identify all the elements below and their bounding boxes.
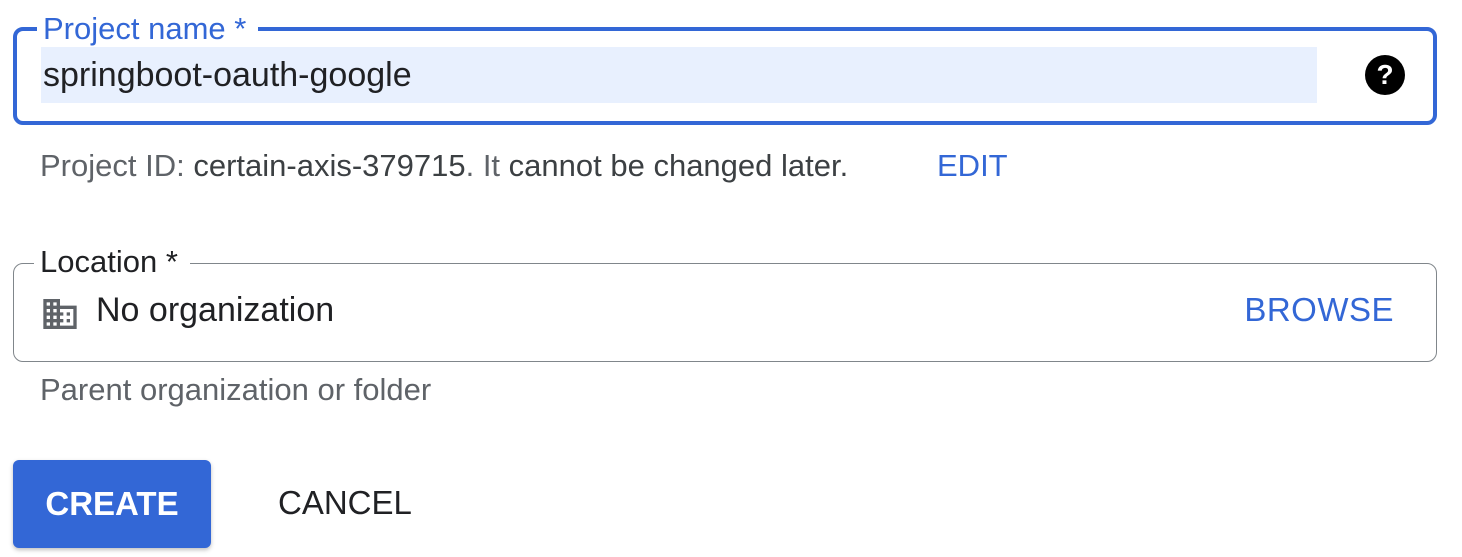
location-label: Location * <box>34 242 190 282</box>
browse-button[interactable]: BROWSE <box>1244 291 1394 329</box>
project-id-suffix: cannot be changed later. <box>508 148 849 183</box>
location-value: No organization <box>96 291 335 329</box>
project-id-text: Project ID: certain-axis-379715. It cann… <box>40 148 848 184</box>
new-project-form: Project name * ? Project ID: certain-axi… <box>0 0 1462 557</box>
project-id-value: certain-axis-379715 <box>193 148 466 183</box>
create-button[interactable]: CREATE <box>13 460 211 548</box>
project-id-middle: . It <box>465 148 509 183</box>
location-field[interactable]: Location * No organization BROWSE <box>13 242 1437 362</box>
project-name-input[interactable] <box>41 47 1317 103</box>
edit-project-id-button[interactable]: EDIT <box>937 148 1008 184</box>
cancel-button[interactable]: CANCEL <box>278 484 412 522</box>
project-name-field[interactable]: Project name * ? <box>13 9 1437 125</box>
building-icon <box>43 299 77 329</box>
project-name-label: Project name * <box>37 9 259 49</box>
help-circle-icon[interactable]: ? <box>1365 55 1405 95</box>
project-id-prefix: Project ID: <box>40 148 194 183</box>
location-hint: Parent organization or folder <box>40 372 432 407</box>
